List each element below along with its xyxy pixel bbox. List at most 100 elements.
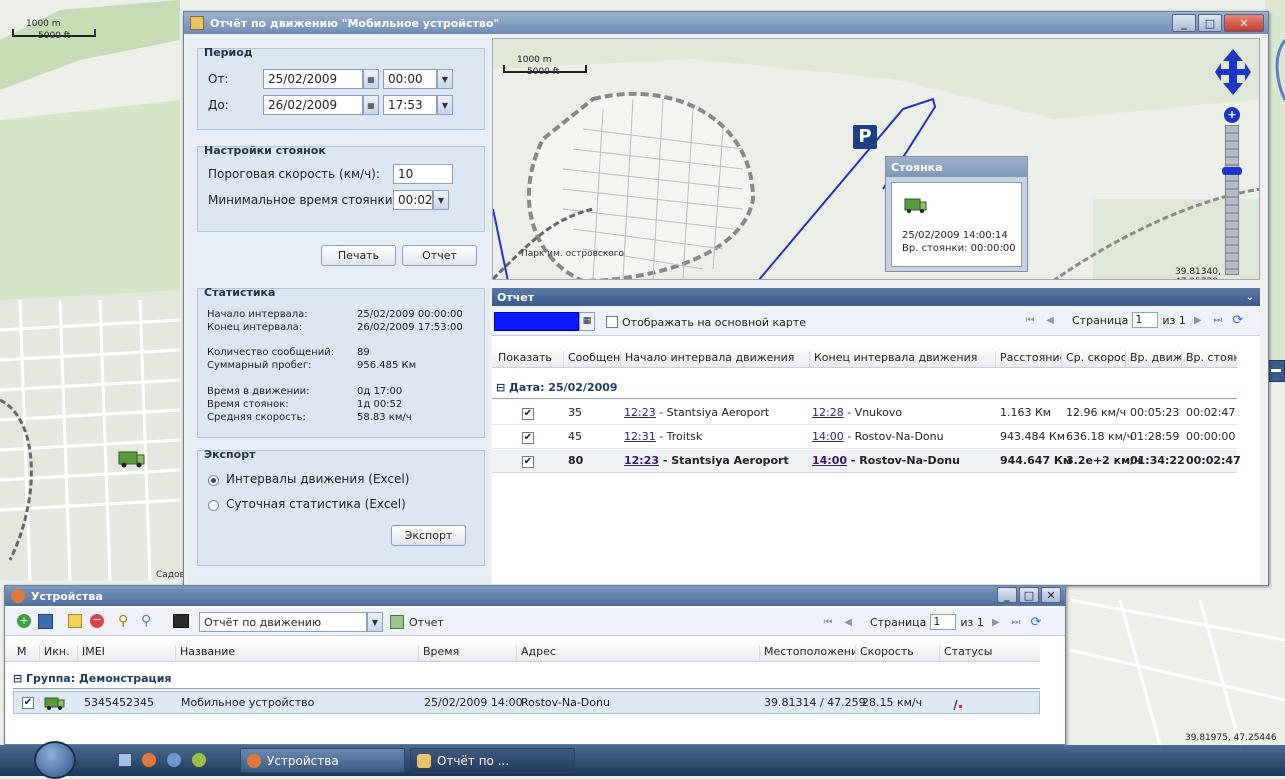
show-on-map-checkbox[interactable]: [606, 316, 618, 328]
export-daily-radio[interactable]: [208, 500, 219, 511]
search-location-icon[interactable]: ⚲: [141, 613, 151, 629]
col-header[interactable]: Местоположение: [759, 645, 855, 661]
page-input[interactable]: 1: [1132, 312, 1159, 328]
print-button[interactable]: Печать: [321, 245, 396, 266]
maximize-button[interactable]: □: [1198, 14, 1222, 32]
report-type-select[interactable]: Отчёт по движению: [199, 612, 367, 632]
taskbar-item-devices[interactable]: Устройства: [240, 748, 405, 773]
table-row[interactable]: ✔ 5345452345 Мобильное устройство 25/02/…: [13, 691, 1040, 714]
col-header[interactable]: Икн.: [39, 645, 77, 661]
from-time-input[interactable]: 00:00: [383, 69, 437, 89]
search-icon[interactable]: ⚲: [118, 613, 128, 629]
chevron-down-icon[interactable]: ▼: [437, 69, 453, 89]
calendar-icon[interactable]: ▦: [363, 95, 379, 115]
col-header[interactable]: Вр. стоян: [1181, 351, 1237, 367]
col-header[interactable]: Статусы: [939, 645, 1039, 661]
col-header[interactable]: IMEI: [77, 645, 175, 661]
show-on-map-label[interactable]: Отображать на основной карте: [622, 316, 806, 329]
col-header[interactable]: Ср. скорост: [1061, 351, 1125, 367]
show-checkbox[interactable]: ✔: [522, 408, 534, 420]
device-checkbox[interactable]: ✔: [22, 697, 34, 709]
add-icon[interactable]: +: [17, 614, 31, 628]
color-swatch[interactable]: [494, 312, 579, 331]
table-row[interactable]: ✔ 35 12:23 - Stantsiya Aeroport 12:28 - …: [492, 402, 1237, 425]
first-page-icon[interactable]: ⏮: [820, 614, 836, 630]
prev-page-icon[interactable]: ◀: [840, 614, 856, 630]
export-intervals-label[interactable]: Интервалы движения (Excel): [226, 472, 409, 486]
delete-icon[interactable]: −: [90, 614, 104, 628]
zoom-thumb[interactable]: [1222, 167, 1242, 175]
next-page-icon[interactable]: ▶: [988, 614, 1004, 630]
parking-icon[interactable]: P: [853, 125, 877, 149]
collapse-icon[interactable]: ⌄: [1246, 292, 1254, 303]
terminal-icon[interactable]: [173, 614, 189, 628]
refresh-icon[interactable]: ⟳: [1028, 614, 1044, 630]
minimize-button[interactable]: _: [1172, 14, 1196, 32]
export-button[interactable]: Экспорт: [391, 525, 466, 546]
to-time-input[interactable]: 17:53: [383, 95, 437, 115]
col-header[interactable]: М: [13, 645, 38, 661]
table-total-row[interactable]: ✔ 80 12:23 - Stantsiya Aeroport 14:00 - …: [492, 450, 1241, 473]
prev-page-icon[interactable]: ◀: [1042, 312, 1058, 328]
maximize-button[interactable]: □: [1019, 587, 1039, 603]
pan-control-icon[interactable]: [1213, 47, 1253, 97]
browser-icon[interactable]: [192, 753, 206, 767]
show-desktop-icon[interactable]: [118, 753, 132, 767]
col-header[interactable]: Расстояние: [995, 351, 1061, 367]
zoom-in-icon[interactable]: +: [1224, 107, 1240, 123]
refresh-icon[interactable]: ⟳: [1230, 312, 1246, 328]
col-header[interactable]: Конец интервала движения: [809, 351, 995, 367]
close-button[interactable]: ✕: [1041, 587, 1061, 603]
chevron-down-icon[interactable]: ▼: [437, 95, 453, 115]
report-window-titlebar[interactable]: Отчёт по движению "Мобильное устройство"…: [184, 12, 1268, 34]
col-header[interactable]: Адрес: [516, 645, 759, 661]
col-header[interactable]: Сообщени: [563, 351, 620, 367]
taskbar-item-report[interactable]: Отчёт по ...: [410, 748, 575, 773]
col-header[interactable]: Вр. движе: [1125, 351, 1181, 367]
report-button[interactable]: Отчет: [402, 245, 477, 266]
next-page-icon[interactable]: ▶: [1190, 312, 1206, 328]
start-time-link[interactable]: 12:23: [624, 454, 659, 467]
export-intervals-radio[interactable]: [208, 475, 219, 486]
report-map[interactable]: 1000 m 5000 ft P Парк им. островского Ст…: [492, 38, 1260, 280]
color-picker-icon[interactable]: ▦: [579, 312, 595, 331]
zoom-slider[interactable]: +: [1222, 107, 1242, 277]
start-time-link[interactable]: 12:31: [624, 430, 656, 443]
collapse-group-icon[interactable]: ⊟: [496, 381, 509, 394]
from-date-input[interactable]: 25/02/2009: [263, 69, 363, 89]
truck-marker-icon[interactable]: [118, 446, 146, 468]
end-time-link[interactable]: 12:28: [812, 406, 844, 419]
start-time-link[interactable]: 12:23: [624, 406, 656, 419]
col-header[interactable]: Скорость: [855, 645, 939, 661]
col-header[interactable]: Название: [175, 645, 418, 661]
to-date-input[interactable]: 26/02/2009: [263, 95, 363, 115]
devices-window-titlebar[interactable]: Устройства _ □ ✕: [5, 586, 1065, 606]
min-stop-time-input[interactable]: 00:02: [393, 190, 433, 210]
save-icon[interactable]: [38, 614, 53, 629]
col-header[interactable]: Время: [418, 645, 516, 661]
collapse-group-icon[interactable]: ⊟: [13, 672, 26, 685]
chevron-down-icon[interactable]: ▼: [367, 612, 383, 632]
report-group-row[interactable]: ⊟ Дата: 25/02/2009: [496, 381, 618, 394]
first-page-icon[interactable]: ⏮: [1022, 312, 1038, 328]
page-input[interactable]: 1: [930, 614, 957, 630]
chevron-down-icon[interactable]: ▼: [433, 190, 449, 210]
table-row[interactable]: ✔ 45 12:31 - Troitsk 14:00 - Rostov-Na-D…: [492, 426, 1237, 449]
last-page-icon[interactable]: ⏭: [1210, 312, 1226, 328]
col-header[interactable]: Показать: [494, 351, 564, 367]
end-time-link[interactable]: 14:00: [812, 454, 847, 467]
report-icon[interactable]: [390, 615, 404, 629]
last-page-icon[interactable]: ⏭: [1008, 614, 1024, 630]
show-checkbox[interactable]: ✔: [522, 456, 534, 468]
collapse-button[interactable]: [1267, 360, 1285, 382]
col-header[interactable]: Начало интервала движения: [620, 351, 807, 367]
rss-icon[interactable]: [142, 753, 156, 767]
export-daily-label[interactable]: Суточная статистика (Excel): [226, 497, 406, 511]
start-button[interactable]: [34, 741, 76, 779]
show-checkbox[interactable]: ✔: [522, 432, 534, 444]
minimize-button[interactable]: _: [997, 587, 1017, 603]
end-time-link[interactable]: 14:00: [812, 430, 844, 443]
edit-icon[interactable]: [68, 614, 82, 628]
devices-group-row[interactable]: ⊟ Группа: Демонстрация: [13, 672, 171, 685]
network-icon[interactable]: [167, 753, 181, 767]
